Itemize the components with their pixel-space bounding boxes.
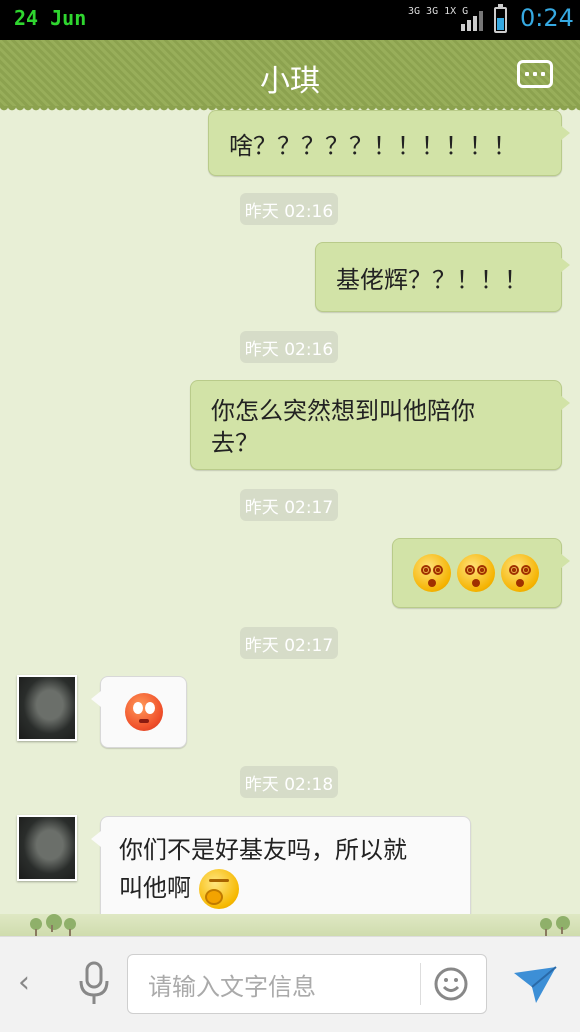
message-text-line: 你们不是好基友吗，所以就 (119, 836, 407, 864)
message-bubble-outgoing[interactable]: 基佬辉？？！！！ (315, 242, 570, 312)
chat-title: 小琪 (260, 64, 320, 99)
chevron-left-icon[interactable]: ‹ (18, 965, 30, 1000)
microphone-icon[interactable] (76, 961, 112, 1007)
smiley-glyph (434, 967, 468, 1001)
message-bubble-incoming[interactable] (91, 676, 187, 748)
message-bubble-outgoing[interactable] (392, 538, 570, 608)
message-text-line: 去？ (211, 429, 259, 457)
timestamp: 昨天 02:16 (240, 331, 338, 363)
input-bar: ‹ 请输入文字信息 (0, 936, 580, 1032)
title-bar: 小琪 (0, 40, 580, 112)
chat-area[interactable]: 啥？？？？？！！！！！！ 昨天 02:16 基佬辉？？！！！ 昨天 02:16 … (0, 106, 580, 936)
smiley-icon[interactable] (420, 963, 481, 1005)
message-text-line: 你怎么突然想到叫他陪你 (211, 397, 475, 425)
message-text-line-wrap: 叫他啊 (119, 869, 452, 909)
timestamp: 昨天 02:17 (240, 489, 338, 521)
message-text: 基佬辉？？！！！ (336, 265, 528, 294)
signal-icon (461, 11, 483, 31)
more-icon[interactable] (517, 60, 553, 88)
dizzy-emoji (413, 554, 451, 592)
message-bubble-outgoing[interactable]: 你怎么突然想到叫他陪你 去？ (190, 380, 570, 470)
battery-icon (494, 4, 507, 33)
message-text: 啥？？？？？！！！！！！ (229, 131, 517, 160)
shocked-emoji (124, 693, 163, 731)
timestamp: 昨天 02:16 (240, 193, 338, 225)
status-bar: 24 Jun 3G 3G 1X G 0:24 (0, 0, 580, 40)
timestamp: 昨天 02:18 (240, 766, 338, 798)
dizzy-emoji (457, 554, 495, 592)
message-text-line: 叫他啊 (119, 874, 191, 902)
yawn-emoji (198, 869, 239, 909)
contact-avatar[interactable] (17, 815, 77, 881)
status-date: 24 Jun (14, 6, 87, 30)
message-bubble-outgoing[interactable]: 啥？？？？？！！！！！！ (208, 110, 570, 176)
dizzy-emoji (501, 554, 539, 592)
scenery-decoration (0, 914, 580, 936)
send-icon[interactable] (512, 963, 558, 1005)
message-bubble-incoming[interactable]: 你们不是好基友吗，所以就 叫他啊 (91, 816, 471, 928)
contact-avatar[interactable] (17, 675, 77, 741)
message-input-placeholder: 请输入文字信息 (148, 972, 316, 1001)
timestamp: 昨天 02:17 (240, 627, 338, 659)
status-time: 0:24 (520, 4, 574, 32)
